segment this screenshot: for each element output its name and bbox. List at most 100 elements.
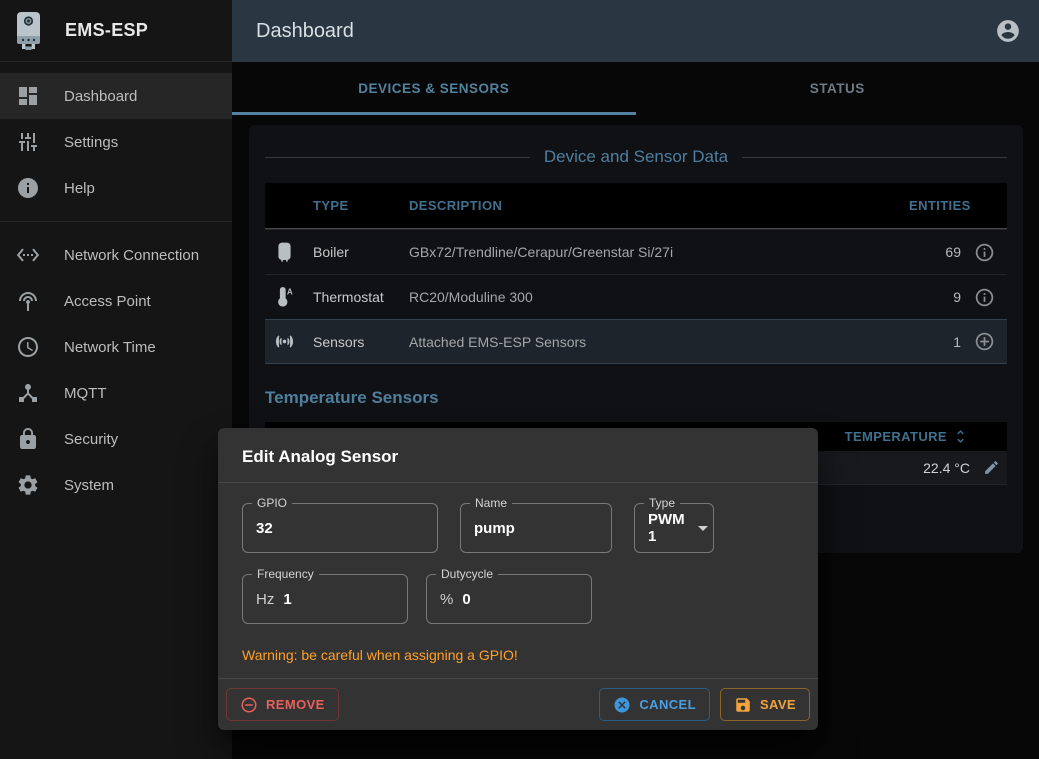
sidebar-item-label: MQTT: [64, 385, 107, 402]
temperature-value: 22.4 °C: [923, 460, 970, 476]
sensors-icon: [273, 330, 296, 353]
clock-icon: [16, 335, 40, 359]
tab-status[interactable]: STATUS: [636, 62, 1039, 115]
temperature-sensors-title: Temperature Sensors: [265, 388, 1007, 408]
save-button-label: SAVE: [760, 697, 796, 712]
device-table-header: TYPE DESCRIPTION ENTITIES: [265, 183, 1007, 229]
sidebar-item-network-connection[interactable]: Network Connection: [0, 232, 232, 278]
gpio-input[interactable]: [256, 520, 424, 537]
sidebar-item-label: Settings: [64, 134, 118, 151]
column-header-entities: ENTITIES: [909, 198, 961, 213]
device-entities: 1: [909, 334, 961, 350]
type-select[interactable]: Type PWM 1: [634, 503, 714, 553]
save-button[interactable]: SAVE: [720, 688, 810, 721]
sidebar-header: EMS-ESP: [0, 0, 232, 62]
edit-analog-sensor-dialog: Edit Analog Sensor GPIO Name Type PWM 1 …: [218, 428, 818, 730]
sidebar-item-label: System: [64, 477, 114, 494]
sidebar-item-label: Network Connection: [64, 247, 199, 264]
gpio-field: GPIO: [242, 503, 438, 553]
sidebar-item-label: Access Point: [64, 293, 151, 310]
legend-title: Device and Sensor Data: [544, 147, 728, 167]
dialog-title: Edit Analog Sensor: [218, 428, 818, 483]
sidebar-item-label: Help: [64, 180, 95, 197]
tabbar: DEVICES & SENSORS STATUS: [232, 62, 1039, 115]
cancel-button[interactable]: CANCEL: [599, 688, 710, 721]
name-label: Name: [470, 496, 512, 510]
dialog-actions: REMOVE CANCEL SAVE: [218, 678, 818, 730]
page-title: Dashboard: [256, 20, 995, 43]
thermostat-icon: A: [273, 286, 296, 309]
remove-button[interactable]: REMOVE: [226, 688, 339, 721]
sidebar-item-label: Network Time: [64, 339, 156, 356]
info-outline-icon[interactable]: [974, 242, 995, 263]
device-type: Boiler: [313, 244, 409, 260]
save-icon: [734, 696, 752, 714]
sidebar-item-network-time[interactable]: Network Time: [0, 324, 232, 370]
gpio-warning-text: Warning: be careful when assigning a GPI…: [242, 647, 794, 663]
app-title: EMS-ESP: [65, 20, 148, 41]
appbar: Dashboard: [232, 0, 1039, 62]
device-type: Sensors: [313, 334, 409, 350]
sidebar-item-mqtt[interactable]: MQTT: [0, 370, 232, 416]
tab-indicator: [232, 112, 636, 115]
sort-unfold-icon: [952, 428, 969, 445]
column-header-description: DESCRIPTION: [409, 198, 909, 213]
sidebar-item-help[interactable]: Help: [0, 165, 232, 211]
frequency-input[interactable]: [283, 591, 394, 608]
sidebar-item-system[interactable]: System: [0, 462, 232, 508]
sliders-icon: [16, 130, 40, 154]
gear-icon: [16, 473, 40, 497]
sidebar: EMS-ESP Dashboard Settings Help Network …: [0, 0, 232, 759]
sidebar-item-settings[interactable]: Settings: [0, 119, 232, 165]
device-hub-icon: [16, 381, 40, 405]
boiler-logo-icon: [13, 10, 44, 52]
sidebar-item-dashboard[interactable]: Dashboard: [0, 73, 232, 119]
device-table: TYPE DESCRIPTION ENTITIES Boiler GBx72/T…: [265, 183, 1007, 364]
gpio-label: GPIO: [252, 496, 292, 510]
device-data-legend: Device and Sensor Data: [249, 125, 1023, 167]
dutycycle-label: Dutycycle: [436, 567, 498, 581]
legend-divider: [742, 157, 1007, 158]
device-entities: 9: [909, 289, 961, 305]
table-row-thermostat[interactable]: A Thermostat RC20/Moduline 300 9: [265, 274, 1007, 319]
cancel-button-label: CANCEL: [639, 697, 696, 712]
dutycycle-input[interactable]: [462, 591, 578, 608]
sidebar-item-label: Dashboard: [64, 88, 137, 105]
lock-icon: [16, 427, 40, 451]
name-input[interactable]: [474, 520, 598, 537]
sidebar-divider: [0, 221, 232, 222]
svg-text:A: A: [287, 287, 293, 296]
type-label: Type: [644, 496, 680, 510]
name-field: Name: [460, 503, 612, 553]
cancel-icon: [613, 696, 631, 714]
wifi-tethering-icon: [16, 289, 40, 313]
add-circle-icon[interactable]: [974, 331, 995, 352]
remove-circle-icon: [240, 696, 258, 714]
table-row-sensors[interactable]: Sensors Attached EMS-ESP Sensors 1: [265, 319, 1007, 364]
device-description: GBx72/Trendline/Cerapur/Greenstar Si/27i: [409, 244, 909, 260]
sidebar-item-security[interactable]: Security: [0, 416, 232, 462]
ethernet-icon: [16, 243, 40, 267]
column-header-type: TYPE: [313, 198, 409, 213]
dutycycle-field: Dutycycle %: [426, 574, 592, 624]
boiler-icon: [273, 241, 296, 264]
edit-pencil-icon[interactable]: [983, 459, 1000, 476]
table-row-boiler[interactable]: Boiler GBx72/Trendline/Cerapur/Greenstar…: [265, 229, 1007, 274]
column-header-temperature: TEMPERATURE: [845, 429, 947, 444]
device-description: Attached EMS-ESP Sensors: [409, 334, 909, 350]
dutycycle-unit: %: [440, 591, 453, 608]
dropdown-caret-icon: [698, 526, 708, 531]
tab-devices-sensors[interactable]: DEVICES & SENSORS: [232, 62, 636, 115]
remove-button-label: REMOVE: [266, 697, 325, 712]
sidebar-nav: Dashboard Settings Help Network Connecti…: [0, 62, 232, 508]
account-circle-icon[interactable]: [995, 18, 1021, 44]
sidebar-item-label: Security: [64, 431, 118, 448]
info-outline-icon[interactable]: [974, 287, 995, 308]
frequency-field: Frequency Hz: [242, 574, 408, 624]
type-selected-value: PWM 1: [648, 511, 685, 545]
info-icon: [16, 176, 40, 200]
legend-divider: [265, 157, 530, 158]
device-description: RC20/Moduline 300: [409, 289, 909, 305]
device-entities: 69: [909, 244, 961, 260]
sidebar-item-access-point[interactable]: Access Point: [0, 278, 232, 324]
